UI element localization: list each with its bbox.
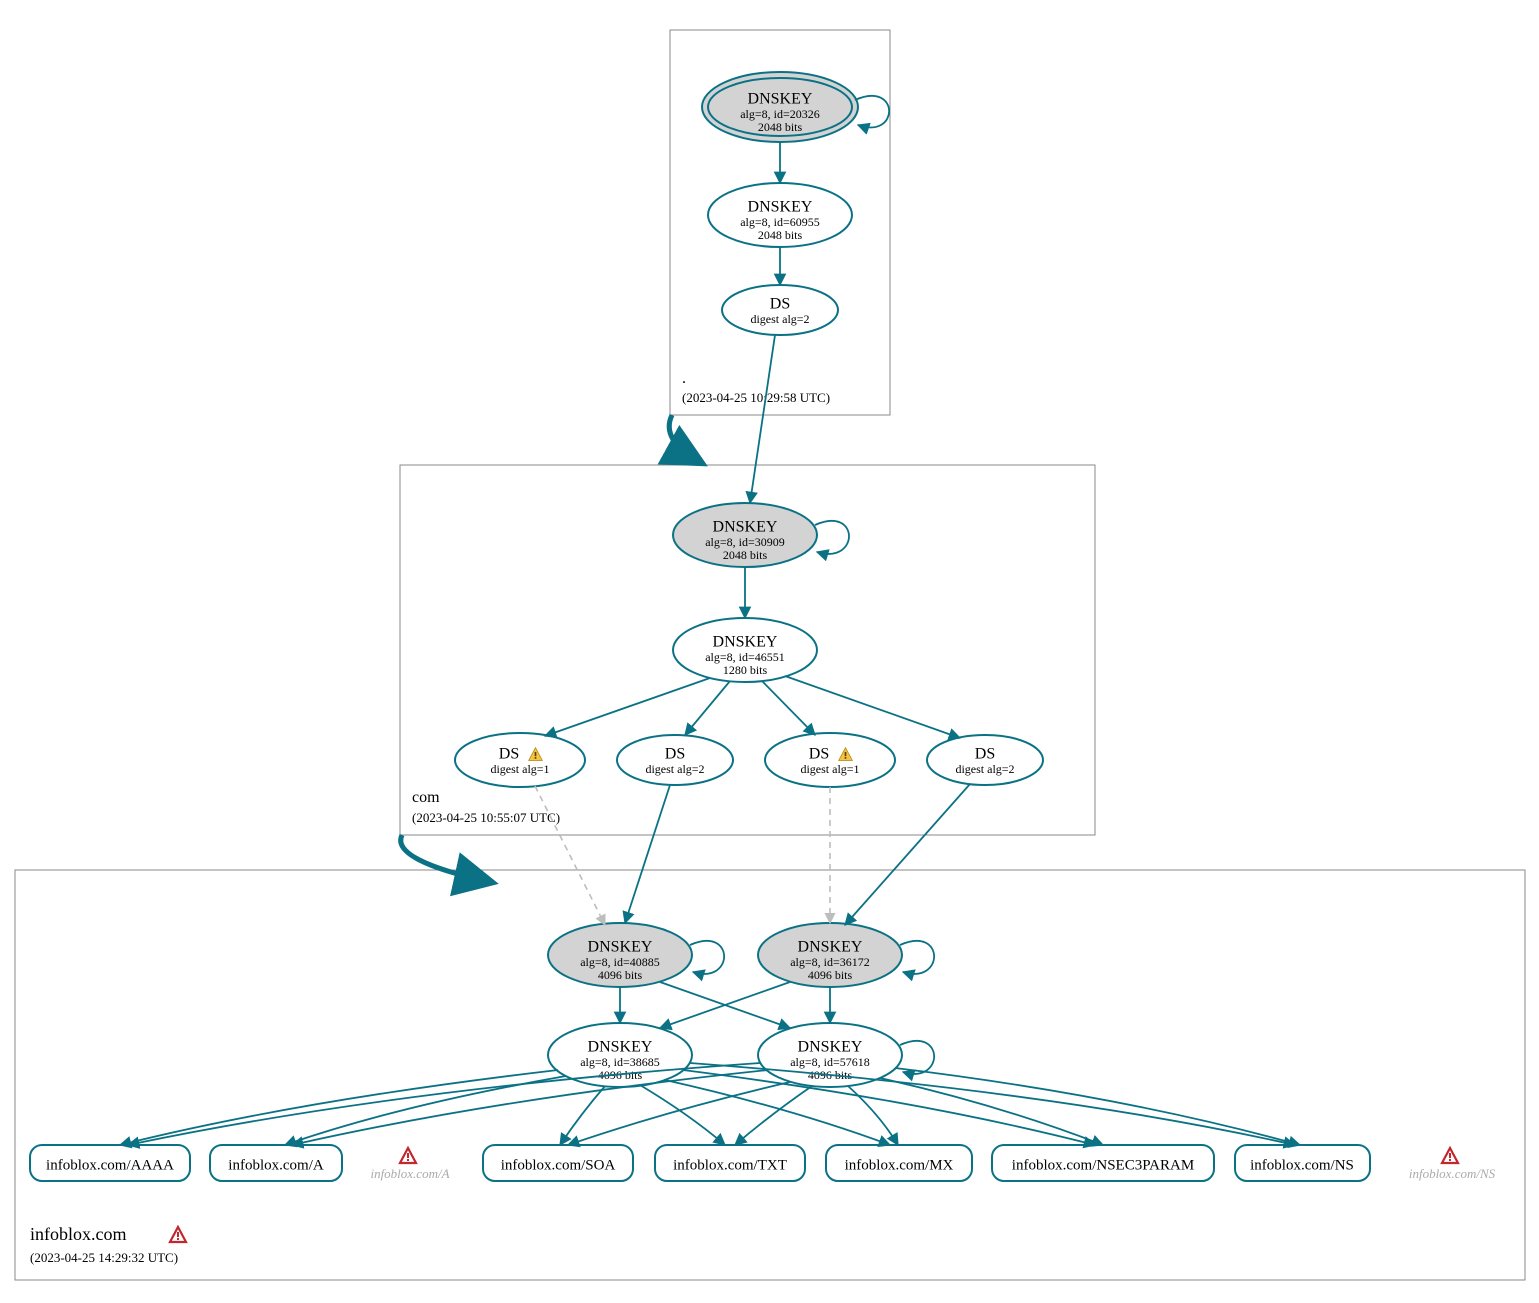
rrset-nsec3param[interactable]: infoblox.com/NSEC3PARAM	[992, 1145, 1214, 1181]
root-zsk-title: DNSKEY	[748, 199, 813, 216]
root-ksk-title: DNSKEY	[748, 91, 813, 108]
node-com-ksk[interactable]: DNSKEY alg=8, id=30909 2048 bits	[673, 503, 817, 567]
rrset-txt-label: infoblox.com/TXT	[673, 1157, 787, 1173]
rrset-aaaa[interactable]: infoblox.com/AAAA	[30, 1145, 190, 1181]
delegation-arrow-root-to-com	[669, 415, 700, 462]
ib-ksk1-line1: alg=8, id=40885	[580, 955, 660, 969]
zone-label-root: .	[682, 370, 686, 387]
edge-com-zsk-ds1	[545, 678, 710, 736]
error-icon	[1442, 1148, 1458, 1163]
ib-zsk2-line1: alg=8, id=57618	[790, 1055, 870, 1069]
zone-ts-root: (2023-04-25 10:29:58 UTC)	[682, 390, 830, 405]
edge-com-zsk-ds3	[762, 681, 815, 735]
node-com-ds1[interactable]: DS digest alg=1	[455, 733, 585, 787]
node-root-ksk[interactable]: DNSKEY alg=8, id=20326 2048 bits	[702, 72, 858, 142]
ib-ksk2-title: DNSKEY	[798, 939, 863, 956]
com-zsk-line2: 1280 bits	[723, 663, 768, 677]
root-ksk-line1: alg=8, id=20326	[740, 107, 820, 121]
ib-ksk2-line2: 4096 bits	[808, 968, 853, 982]
root-ksk-line2: 2048 bits	[758, 120, 803, 134]
e-z1-mx	[665, 1080, 890, 1145]
edge-ds2-to-ksk1	[625, 785, 670, 923]
error-icon	[400, 1148, 416, 1163]
insecure-a-label: infoblox.com/A	[370, 1166, 449, 1181]
zone-ts-com: (2023-04-25 10:55:07 UTC)	[412, 810, 560, 825]
edge-com-zsk-ds4	[785, 676, 960, 738]
node-ib-zsk1[interactable]: DNSKEY alg=8, id=38685 4096 bits	[548, 1023, 692, 1087]
rrset-mx-label: infoblox.com/MX	[845, 1157, 954, 1173]
edge-com-zsk-ds2	[685, 681, 730, 735]
ib-ksk1-line2: 4096 bits	[598, 968, 643, 982]
node-root-zsk[interactable]: DNSKEY alg=8, id=60955 2048 bits	[708, 183, 852, 247]
com-ds4-title: DS	[975, 746, 995, 763]
com-ds2-title: DS	[665, 746, 685, 763]
rrset-txt[interactable]: infoblox.com/TXT	[655, 1145, 805, 1181]
root-ds-line1: digest alg=2	[750, 312, 809, 326]
root-ds-title: DS	[770, 296, 790, 313]
e-z2-a	[292, 1070, 768, 1145]
zone-ts-infoblox: (2023-04-25 14:29:32 UTC)	[30, 1250, 178, 1265]
com-ksk-line2: 2048 bits	[723, 548, 768, 562]
ib-ksk2-line1: alg=8, id=36172	[790, 955, 870, 969]
ib-ksk1-title: DNSKEY	[588, 939, 653, 956]
e-z2-nsec3	[880, 1078, 1103, 1145]
rrset-a-label: infoblox.com/A	[228, 1157, 324, 1173]
rrset-soa-label: infoblox.com/SOA	[501, 1157, 616, 1173]
rrset-ns-label: infoblox.com/NS	[1250, 1157, 1354, 1173]
node-root-ds[interactable]: DS digest alg=2	[722, 285, 838, 335]
rrset-nsec3-label: infoblox.com/NSEC3PARAM	[1012, 1157, 1194, 1173]
com-ds2-line1: digest alg=2	[645, 762, 704, 776]
ib-zsk1-line1: alg=8, id=38685	[580, 1055, 660, 1069]
rrset-mx[interactable]: infoblox.com/MX	[826, 1145, 972, 1181]
self-loop-com-ksk	[815, 521, 849, 554]
ib-zsk2-title: DNSKEY	[798, 1039, 863, 1056]
rrset-aaaa-label: infoblox.com/AAAA	[46, 1157, 174, 1173]
delegation-arrow-com-to-infoblox	[401, 835, 490, 882]
com-zsk-title: DNSKEY	[713, 634, 778, 651]
node-ib-ksk2[interactable]: DNSKEY alg=8, id=36172 4096 bits	[758, 923, 902, 987]
com-zsk-line1: alg=8, id=46551	[705, 650, 785, 664]
self-loop-ib-ksk2	[900, 941, 934, 974]
com-ds3-title: DS	[809, 746, 829, 763]
root-zsk-line1: alg=8, id=60955	[740, 215, 820, 229]
node-ib-ksk1[interactable]: DNSKEY alg=8, id=40885 4096 bits	[548, 923, 692, 987]
node-com-ds3[interactable]: DS digest alg=1	[765, 733, 895, 787]
com-ds1-line1: digest alg=1	[490, 762, 549, 776]
rrset-ns[interactable]: infoblox.com/NS	[1235, 1145, 1370, 1181]
zone-label-infoblox: infoblox.com	[30, 1224, 127, 1244]
edge-ds1-to-ksk1	[535, 786, 605, 925]
node-com-zsk[interactable]: DNSKEY alg=8, id=46551 1280 bits	[673, 618, 817, 682]
rrset-a[interactable]: infoblox.com/A	[210, 1145, 342, 1181]
com-ksk-title: DNSKEY	[713, 519, 778, 536]
edge-root-ds-to-com-ksk	[750, 335, 775, 503]
zone-box-infoblox	[15, 870, 1525, 1280]
root-zsk-line2: 2048 bits	[758, 228, 803, 242]
node-com-ds2[interactable]: DS digest alg=2	[617, 735, 733, 785]
com-ds1-title: DS	[499, 746, 519, 763]
zone-label-com: com	[412, 789, 440, 806]
com-ds4-line1: digest alg=2	[955, 762, 1014, 776]
com-ksk-line1: alg=8, id=30909	[705, 535, 785, 549]
self-loop-ib-ksk1	[690, 941, 724, 974]
ib-zsk1-title: DNSKEY	[588, 1039, 653, 1056]
rrset-soa[interactable]: infoblox.com/SOA	[483, 1145, 633, 1181]
self-loop-root-ksk	[855, 96, 889, 128]
edge-ds4-to-ksk2	[845, 784, 970, 925]
insecure-ns-label: infoblox.com/NS	[1409, 1166, 1496, 1181]
e-z1-txt	[640, 1085, 725, 1145]
node-com-ds4[interactable]: DS digest alg=2	[927, 735, 1043, 785]
error-icon	[170, 1227, 186, 1242]
com-ds3-line1: digest alg=1	[800, 762, 859, 776]
